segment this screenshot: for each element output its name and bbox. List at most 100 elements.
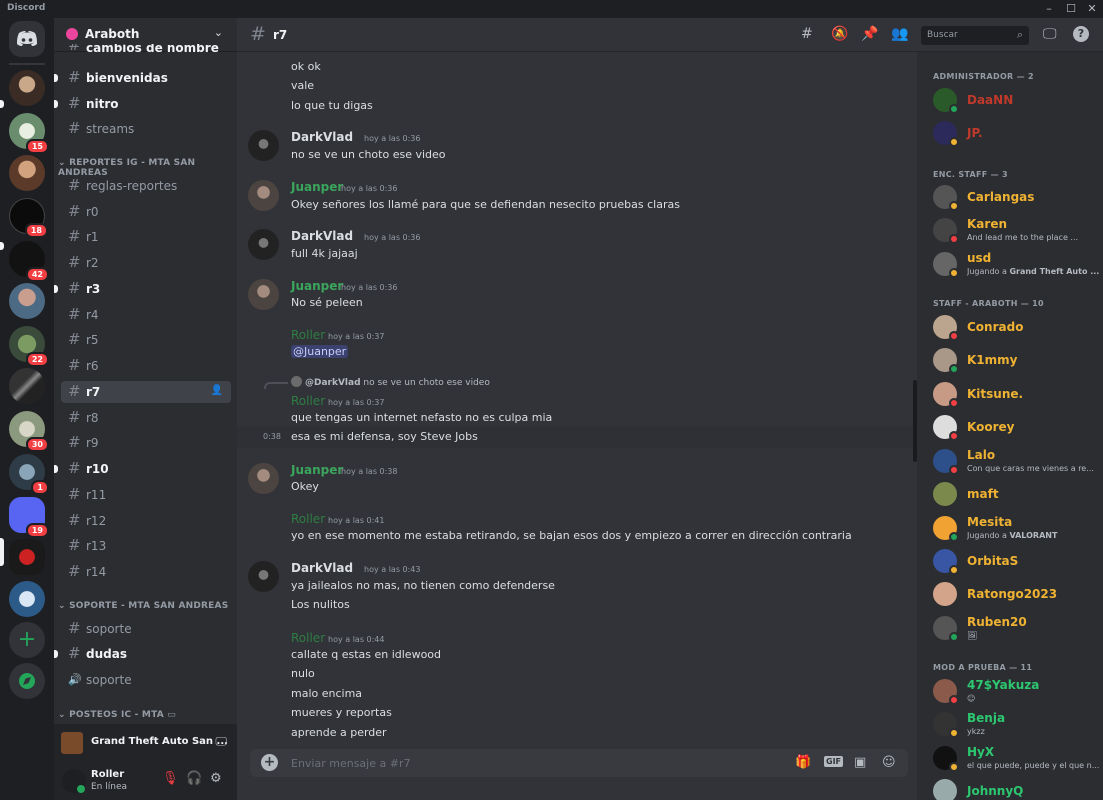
channel-r6[interactable]: # r6 [61, 355, 231, 377]
help-icon[interactable]: ? [1073, 26, 1089, 42]
server-icon[interactable]: 18 [9, 198, 48, 238]
gift-icon[interactable]: 🎁 [795, 755, 811, 770]
sticker-icon[interactable]: ▣ [854, 755, 866, 770]
channel-r9[interactable]: # r9 [61, 432, 231, 454]
user-mention[interactable]: @Juanper [291, 345, 349, 358]
chevron-down-icon[interactable]: ⌄ [214, 26, 223, 39]
member-item[interactable]: HyX el que puede, puede y el que n... [933, 742, 1103, 774]
channel-r2[interactable]: # r2 [61, 252, 231, 274]
category-soporte[interactable]: ⌄ SOPORTE - MTA SAN ANDREAS [58, 601, 228, 611]
message-author[interactable]: Juanper [291, 180, 343, 194]
headphones-icon[interactable]: 🎧 [186, 771, 202, 786]
member-item[interactable]: Ratongo2023 [933, 578, 1103, 610]
member-list-icon[interactable]: 👥 [891, 26, 908, 42]
message-author[interactable]: Roller [291, 512, 325, 526]
channel-r4[interactable]: # r4 [61, 304, 231, 326]
channel-r14[interactable]: # r14 [61, 561, 231, 583]
minimize-button[interactable]: – [1040, 1, 1058, 17]
member-item[interactable]: Carlangas [933, 181, 1103, 213]
channel-r10[interactable]: # r10 [54, 458, 231, 480]
member-item[interactable]: JP. [933, 117, 1103, 149]
search-input[interactable]: Buscar ⌕ [921, 26, 1029, 45]
message-author[interactable]: DarkVlad [291, 229, 353, 243]
member-item[interactable]: JohnnyQ [933, 775, 1103, 800]
channel-dudas[interactable]: # dudas [54, 643, 231, 665]
avatar[interactable] [248, 180, 279, 211]
message-composer[interactable]: + Enviar mensaje a #r7 🎁 GIF ▣ ☺ [250, 749, 908, 777]
channel-r7[interactable]: # r7 👤 [61, 381, 231, 403]
member-item[interactable]: Ruben20 🖼 [933, 612, 1103, 644]
message-author[interactable]: Roller [291, 394, 325, 408]
server-icon[interactable]: 15 [9, 113, 49, 154]
channel-r1[interactable]: # r1 [61, 226, 231, 248]
server-icon[interactable]: 19 [9, 497, 49, 538]
server-icon[interactable] [9, 283, 45, 319]
member-item[interactable]: Kitsune. [933, 378, 1103, 410]
member-item[interactable]: 47$Yakuza ☺ [933, 675, 1103, 707]
close-button[interactable]: ✕ [1083, 1, 1101, 17]
emoji-icon[interactable]: ☺ [882, 755, 896, 770]
message-author[interactable]: DarkVlad [291, 130, 353, 144]
channel-streams[interactable]: # streams [61, 118, 231, 140]
member-item[interactable]: Conrado [933, 311, 1103, 343]
add-attachment-icon[interactable]: + [261, 754, 278, 771]
message-input[interactable]: Enviar mensaje a #r7 [291, 757, 410, 770]
pin-icon[interactable]: 📌 [861, 26, 878, 42]
member-item[interactable]: Karen And lead me to the place ... [933, 214, 1103, 246]
screen-share-icon[interactable]: 🖵 [215, 734, 227, 749]
member-item[interactable]: K1mmy [933, 344, 1103, 376]
message-author[interactable]: Juanper [291, 279, 343, 293]
member-item[interactable]: Lalo Con que caras me vienes a re... [933, 445, 1103, 477]
member-item[interactable]: maft [933, 478, 1103, 510]
channel-reglas-reportes[interactable]: # reglas-reportes [61, 175, 231, 197]
inbox-icon[interactable]: 🖵 [1043, 26, 1057, 42]
message-author[interactable]: Roller [291, 631, 325, 645]
server-icon[interactable] [9, 155, 45, 191]
member-item[interactable]: Benja ykzz [933, 708, 1103, 740]
mic-muted-icon[interactable]: 🎙 [162, 771, 179, 786]
channel-r3[interactable]: # r3 [54, 278, 231, 300]
message-author[interactable]: Roller [291, 328, 325, 342]
member-item[interactable]: usd Jugando a Grand Theft Auto ... [933, 248, 1103, 280]
server-icon[interactable]: 22 [9, 326, 49, 367]
add-server-icon[interactable]: + [9, 622, 45, 658]
channel-r0[interactable]: # r0 [61, 201, 231, 223]
avatar[interactable] [248, 561, 279, 592]
explore-icon[interactable] [9, 663, 45, 699]
avatar[interactable] [248, 463, 279, 494]
channel-bienvenidas[interactable]: # bienvenidas [54, 67, 231, 89]
voice-channel-soporte[interactable]: 🔊 soporte [61, 669, 231, 691]
server-icon[interactable]: 1 [9, 454, 49, 495]
channel-r8[interactable]: # r8 [61, 407, 231, 429]
member-item[interactable]: Koorey [933, 411, 1103, 443]
server-icon[interactable] [9, 70, 45, 106]
gear-icon[interactable]: ⚙ [210, 771, 222, 786]
member-item[interactable]: Mesita Jugando a VALORANT [933, 512, 1103, 544]
channel-cambios-de-nombre[interactable]: # cambios de nombre [61, 44, 231, 58]
threads-icon[interactable]: # [801, 26, 813, 42]
channel-r13[interactable]: # r13 [61, 535, 231, 557]
server-icon-araboth[interactable] [9, 539, 45, 575]
channel-r12[interactable]: # r12 [61, 510, 231, 532]
avatar[interactable] [248, 130, 279, 161]
avatar[interactable] [248, 279, 279, 310]
member-item[interactable]: DaaNN [933, 84, 1103, 116]
category-posteos[interactable]: ⌄ POSTEOS IC - MTA ▭ [58, 710, 176, 720]
avatar[interactable] [248, 229, 279, 260]
member-item[interactable]: OrbitaS [933, 545, 1103, 577]
home-button[interactable] [9, 21, 45, 57]
maximize-button[interactable]: ☐ [1062, 1, 1080, 17]
channel-r11[interactable]: # r11 [61, 484, 231, 506]
reply-preview[interactable]: @DarkVlad no se ve un choto ese video [291, 376, 490, 388]
add-member-icon[interactable]: 👤 [211, 385, 223, 396]
message-author[interactable]: Juanper [291, 463, 343, 477]
channel-soporte[interactable]: # soporte [61, 618, 231, 640]
server-icon[interactable] [9, 368, 45, 404]
server-icon[interactable]: 30 [9, 411, 49, 452]
server-icon[interactable]: 42 [9, 241, 49, 282]
channel-r5[interactable]: # r5 [61, 329, 231, 351]
channel-nitro[interactable]: # nitro [54, 93, 231, 115]
notification-bell-icon[interactable]: 🔕 [831, 26, 848, 42]
message-author[interactable]: DarkVlad [291, 561, 353, 575]
gif-button[interactable]: GIF [824, 756, 844, 767]
